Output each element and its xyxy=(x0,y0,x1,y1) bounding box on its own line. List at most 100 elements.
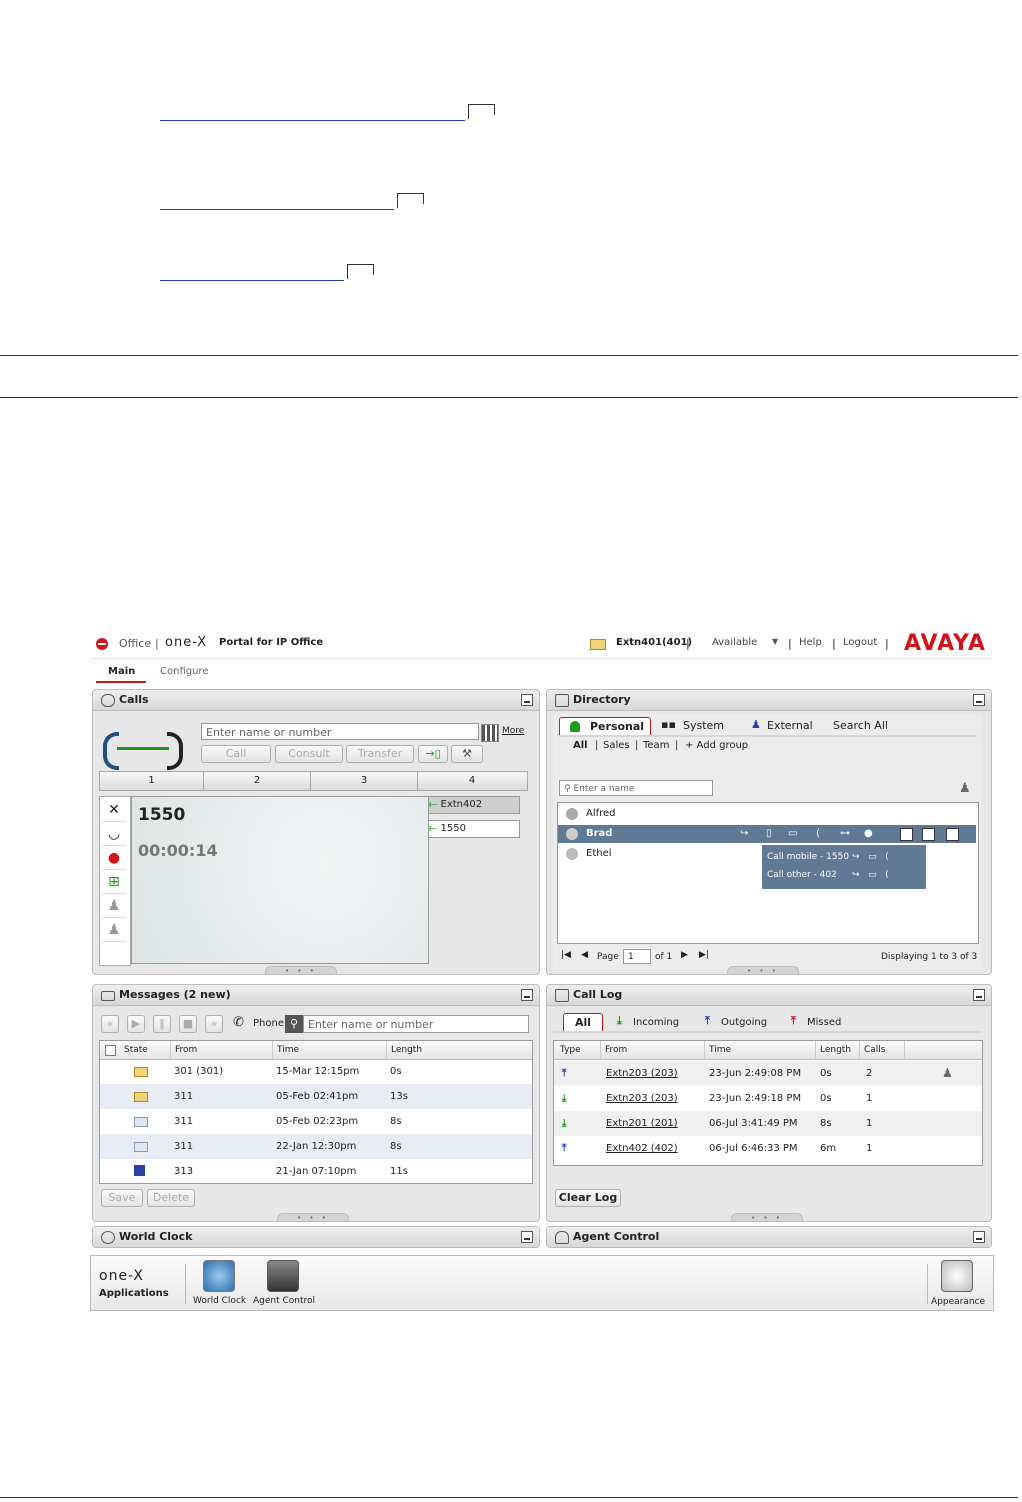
next-page-icon[interactable]: ▶ xyxy=(681,950,688,960)
first-page-icon[interactable]: |◀ xyxy=(561,950,571,960)
log-from[interactable]: Extn203 (203) xyxy=(606,1086,678,1111)
logout-link[interactable]: Logout xyxy=(843,637,877,648)
directory-search-input[interactable]: ⚲ Enter a name xyxy=(559,780,713,796)
list-item[interactable]: Alfred xyxy=(558,805,976,823)
hold-button[interactable]: ◡ xyxy=(102,823,126,846)
pause-button[interactable]: ‖ xyxy=(153,1015,171,1033)
stop-button[interactable]: ■ xyxy=(179,1015,197,1033)
line-item-1550[interactable]: ⟝ 1550 xyxy=(428,820,520,838)
col-type[interactable]: Type xyxy=(560,1041,581,1059)
table-row[interactable]: 311 22-Jan 12:30pm 8s xyxy=(100,1134,532,1159)
consult-button[interactable]: Consult xyxy=(275,745,343,763)
call-button[interactable]: Call xyxy=(201,745,271,763)
subtab-team[interactable]: Team xyxy=(643,740,669,751)
col-from[interactable]: From xyxy=(170,1041,275,1059)
world-clock-app-label[interactable]: World Clock xyxy=(193,1296,246,1306)
col-calls[interactable]: Calls xyxy=(859,1041,904,1059)
conference-button[interactable]: ⊞ xyxy=(102,871,126,894)
world-clock-app-icon[interactable] xyxy=(203,1260,235,1292)
add-contact-icon[interactable]: ♟ xyxy=(942,1061,953,1086)
keypad-icon[interactable] xyxy=(481,724,499,742)
minimize-button[interactable] xyxy=(521,694,533,706)
line-tab-1[interactable]: 1 xyxy=(100,772,204,790)
restore-button[interactable] xyxy=(521,1231,533,1243)
col-from[interactable]: From xyxy=(600,1041,705,1059)
forward-button[interactable]: » xyxy=(205,1015,223,1033)
table-row[interactable]: 311 05-Feb 02:41pm 13s xyxy=(100,1084,532,1109)
conference-icon[interactable]: ⊶ xyxy=(840,828,850,839)
resize-grip[interactable]: • • • xyxy=(731,1213,803,1221)
tab-outgoing[interactable]: Outgoing xyxy=(721,1017,767,1028)
resize-grip[interactable]: • • • xyxy=(265,966,337,974)
help-link[interactable]: Help xyxy=(799,637,822,648)
delete-icon[interactable] xyxy=(946,828,959,841)
log-from[interactable]: Extn203 (203) xyxy=(606,1061,678,1086)
table-row[interactable]: ⤒ Extn203 (203) 23-Jun 2:49:08 PM 0s 2 ♟ xyxy=(554,1061,982,1086)
calllog-tab-all[interactable]: All xyxy=(563,1013,603,1032)
minimize-button[interactable] xyxy=(973,694,985,706)
line-item-extn402[interactable]: ⟝ Extn402 xyxy=(428,796,520,814)
envelope-icon[interactable] xyxy=(590,639,606,650)
messages-search-input[interactable]: Enter name or number xyxy=(303,1015,529,1033)
toc-link-1[interactable] xyxy=(160,106,465,121)
line-tab-2[interactable]: 2 xyxy=(204,772,311,790)
list-item-selected[interactable]: Brad ↪ ▯ ▭ ( ⊶ ● xyxy=(558,825,976,843)
subtab-all[interactable]: All xyxy=(573,740,588,751)
call-mobile-option[interactable]: Call mobile - 1550 ↪ ▭ ( xyxy=(762,848,926,866)
external-call-icon[interactable]: ( xyxy=(816,828,820,839)
dial-input[interactable]: Enter name or number xyxy=(201,723,479,740)
mobile-call-icon[interactable]: ▯ xyxy=(766,828,772,839)
tab-incoming[interactable]: Incoming xyxy=(633,1017,679,1028)
col-length[interactable]: Length xyxy=(386,1041,422,1059)
line-tab-4[interactable]: 4 xyxy=(418,772,526,790)
tab-missed[interactable]: Missed xyxy=(807,1017,841,1028)
private-button[interactable]: ♟ xyxy=(102,919,126,942)
drop-call-button[interactable]: ✕ xyxy=(102,799,126,822)
minimize-button[interactable] xyxy=(973,989,985,1001)
col-time[interactable]: Time xyxy=(704,1041,815,1059)
agent-control-app-icon[interactable] xyxy=(267,1260,299,1292)
rewind-button[interactable]: « xyxy=(101,1015,119,1033)
page-input[interactable]: 1 xyxy=(623,949,651,964)
resize-grip[interactable]: • • • xyxy=(727,966,799,974)
clear-log-button[interactable]: Clear Log xyxy=(555,1189,621,1207)
delete-button[interactable]: Delete xyxy=(147,1189,195,1207)
restore-button[interactable] xyxy=(973,1231,985,1243)
table-row[interactable]: 313 21-Jan 07:10pm 11s xyxy=(100,1159,532,1184)
select-all-checkbox[interactable] xyxy=(105,1045,116,1056)
magnifier-icon[interactable] xyxy=(900,828,913,841)
add-contact-icon[interactable]: ♟ xyxy=(959,781,971,796)
subtab-sales[interactable]: Sales xyxy=(603,740,630,751)
tab-external[interactable]: External xyxy=(767,719,813,732)
tab-main[interactable]: Main xyxy=(108,666,135,677)
line-tab-3[interactable]: 3 xyxy=(311,772,418,790)
agent-control-app-label[interactable]: Agent Control xyxy=(253,1296,315,1306)
play-button[interactable]: ▶ xyxy=(127,1015,145,1033)
call-other-option[interactable]: Call other - 402 ↪ ▭ ( xyxy=(762,866,926,884)
call-icon[interactable]: ↪ xyxy=(740,828,748,839)
last-page-icon[interactable]: ▶| xyxy=(699,950,709,960)
search-icon[interactable]: ⚲ xyxy=(285,1015,303,1033)
appearance-label[interactable]: Appearance xyxy=(931,1297,985,1307)
record-button[interactable]: ● xyxy=(102,847,126,870)
toc-link-2[interactable] xyxy=(160,195,394,210)
add-group-link[interactable]: + Add group xyxy=(685,740,748,751)
toc-link-3[interactable] xyxy=(160,266,344,281)
tab-system[interactable]: System xyxy=(683,719,724,732)
mute-button[interactable]: ♟ xyxy=(102,895,126,918)
table-row[interactable]: 301 (301) 15-Mar 12:15pm 0s xyxy=(100,1059,532,1084)
tab-search-all[interactable]: Search All xyxy=(833,719,888,732)
more-link[interactable]: More xyxy=(502,726,524,736)
status-select[interactable]: Available xyxy=(712,637,757,648)
col-state[interactable]: State xyxy=(124,1041,148,1059)
table-row[interactable]: ⤓ Extn201 (201) 06-Jul 3:41:49 PM 8s 1 xyxy=(554,1111,982,1136)
settings-tool-button[interactable]: ⚒ xyxy=(451,745,483,763)
save-button[interactable]: Save xyxy=(101,1189,143,1207)
table-row[interactable]: ⤒ Extn402 (402) 06-Jul 6:46:33 PM 6m 1 xyxy=(554,1136,982,1161)
col-length[interactable]: Length xyxy=(815,1041,860,1059)
minimize-button[interactable] xyxy=(521,989,533,1001)
transfer-button[interactable]: Transfer xyxy=(346,745,414,763)
table-row[interactable]: ⤓ Extn203 (203) 23-Jun 2:49:18 PM 0s 1 xyxy=(554,1086,982,1111)
tab-personal[interactable]: Personal xyxy=(559,717,651,736)
transfer-to-mobile-button[interactable]: →▯ xyxy=(418,745,448,763)
